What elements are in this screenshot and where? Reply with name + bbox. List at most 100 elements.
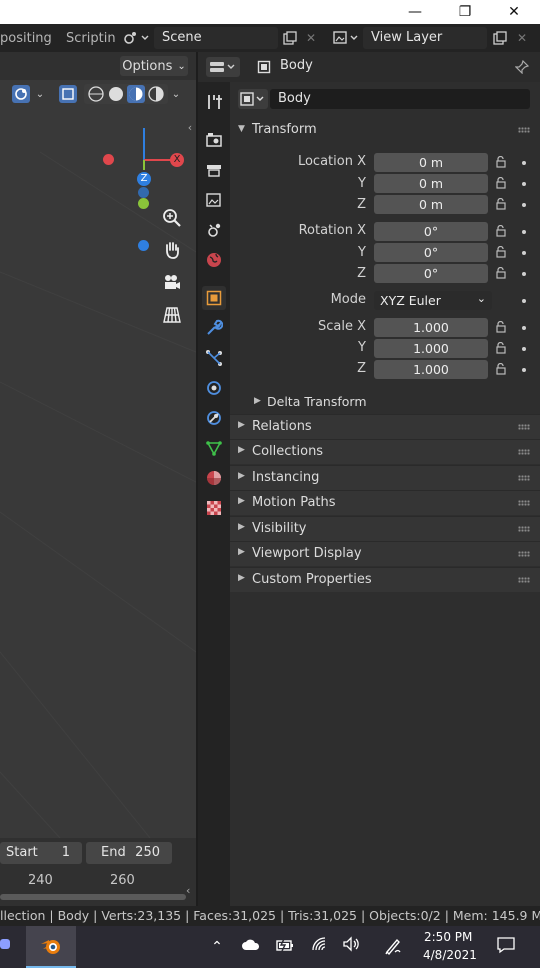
rotation-y-field[interactable]: 0° [374,243,488,262]
lock-icon[interactable] [494,155,508,170]
remove-scene-icon[interactable]: ✕ [302,28,320,48]
viewport-display-panel[interactable]: ▶ Viewport Display [230,541,540,566]
keyframe-dot[interactable] [522,347,526,351]
texture-tab-icon[interactable] [202,496,226,520]
show-hidden-icons-icon[interactable]: ⌃ [206,936,228,958]
particles-tab-icon[interactable] [202,346,226,370]
restore-button[interactable]: ❐ [450,2,480,22]
object-name-field[interactable]: Body [270,89,530,109]
zoom-icon[interactable] [160,206,184,230]
pen-workspace-icon[interactable] [382,936,404,958]
sidebar-collapse-icon[interactable]: ‹ [186,884,196,898]
editor-type-selector[interactable] [206,57,240,77]
drag-grip-icon[interactable] [518,500,530,506]
start-frame-field[interactable]: Start 1 [0,842,82,864]
motion-paths-panel[interactable]: ▶ Motion Paths [230,490,540,515]
lock-icon[interactable] [494,362,508,377]
delta-transform-subpanel[interactable]: ▶ Delta Transform [230,390,540,414]
lock-icon[interactable] [494,245,508,260]
rotation-mode-dropdown[interactable]: XYZ Euler ⌄ [374,291,492,310]
location-y-field[interactable]: 0 m [374,174,488,193]
discord-icon[interactable] [0,936,12,958]
keyframe-dot[interactable] [522,272,526,276]
new-view-layer-icon[interactable] [490,28,510,48]
gizmo-z-axis[interactable]: Z [137,172,151,186]
rotation-z-field[interactable]: 0° [374,264,488,283]
drag-grip-icon[interactable] [518,577,530,583]
perspective-toggle-icon[interactable] [160,303,184,327]
view-layer-tab-icon[interactable] [202,188,226,212]
overlay-toggle[interactable]: ⌄ [8,84,48,104]
chevron-down-icon[interactable]: ⌄ [168,84,184,104]
tab-compositing[interactable]: positing [0,31,52,46]
pin-icon[interactable] [512,57,532,77]
keyframe-dot[interactable] [522,182,526,186]
scale-y-field[interactable]: 1.000 [374,339,488,358]
notifications-icon[interactable] [495,936,517,958]
keyframe-dot[interactable] [522,326,526,330]
new-scene-icon[interactable] [280,28,300,48]
tool-tab-icon[interactable] [202,90,226,114]
minimize-button[interactable]: — [400,2,430,22]
scene-tab-icon[interactable] [202,218,226,242]
keyframe-dot[interactable] [522,299,526,303]
clock-time[interactable]: 2:50 PM [424,930,472,944]
scale-x-field[interactable]: 1.000 [374,318,488,337]
drag-grip-icon[interactable] [518,526,530,532]
onedrive-cloud-icon[interactable] [240,936,262,958]
gizmo-neg-z-axis[interactable] [138,240,149,251]
drag-grip-icon[interactable] [518,551,530,557]
keyframe-dot[interactable] [522,251,526,255]
shading-modes[interactable] [84,84,168,104]
view-layer-icon[interactable] [330,28,362,48]
xray-toggle[interactable] [58,84,78,104]
gizmo-neg-x-axis[interactable] [103,154,114,165]
gizmo-y-axis[interactable] [138,198,149,209]
drag-grip-icon[interactable] [518,127,530,133]
gizmo-x-axis[interactable]: X [170,153,184,167]
lock-icon[interactable] [494,197,508,212]
scene-selector-icon[interactable] [120,28,152,48]
tab-scripting[interactable]: Scriptin [66,31,116,46]
object-tab-icon[interactable] [202,286,226,310]
lock-icon[interactable] [494,176,508,191]
drag-grip-icon[interactable] [518,424,530,430]
scene-field[interactable]: Scene [154,27,278,49]
constraints-tab-icon[interactable] [202,406,226,430]
close-button[interactable]: ✕ [499,2,529,22]
output-tab-icon[interactable] [202,158,226,182]
options-dropdown[interactable]: Options ⌄ [120,56,188,76]
custom-properties-panel[interactable]: ▶ Custom Properties [230,567,540,592]
scale-z-field[interactable]: 1.000 [374,360,488,379]
object-browse-button[interactable] [238,89,268,109]
pan-hand-icon[interactable] [160,238,184,262]
modifier-tab-icon[interactable] [202,316,226,340]
visibility-panel[interactable]: ▶ Visibility [230,516,540,541]
volume-icon[interactable] [341,936,363,958]
keyframe-dot[interactable] [522,161,526,165]
lock-icon[interactable] [494,320,508,335]
blender-taskbar-button[interactable] [26,926,76,968]
drag-grip-icon[interactable] [518,475,530,481]
collections-panel[interactable]: ▶ Collections [230,439,540,464]
transform-panel-header[interactable]: ▼ Transform [230,118,540,142]
physics-tab-icon[interactable] [202,376,226,400]
lock-icon[interactable] [494,224,508,239]
world-tab-icon[interactable] [202,248,226,272]
material-tab-icon[interactable] [202,466,226,490]
instancing-panel[interactable]: ▶ Instancing [230,465,540,490]
lock-icon[interactable] [494,266,508,281]
view-layer-field[interactable]: View Layer [363,27,487,49]
timeline-scrollbar[interactable] [0,894,186,900]
keyframe-dot[interactable] [522,203,526,207]
rotation-x-field[interactable]: 0° [374,222,488,241]
keyframe-dot[interactable] [522,368,526,372]
location-x-field[interactable]: 0 m [374,153,488,172]
keyframe-dot[interactable] [522,230,526,234]
drag-grip-icon[interactable] [518,449,530,455]
remove-view-layer-icon[interactable]: ✕ [513,28,531,48]
camera-view-icon[interactable] [160,271,184,295]
clock-date[interactable]: 4/8/2021 [423,948,477,962]
lock-icon[interactable] [494,341,508,356]
end-frame-field[interactable]: End 250 [86,842,172,864]
